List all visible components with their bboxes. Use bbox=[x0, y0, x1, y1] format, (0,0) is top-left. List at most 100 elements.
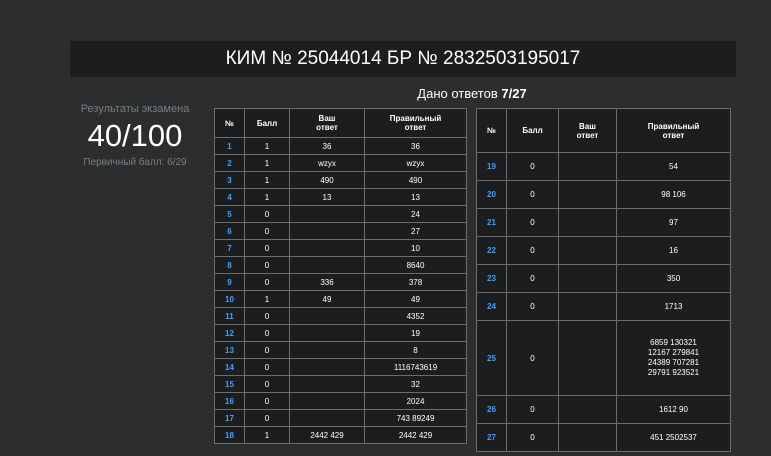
table-row: 20 0 98 106 bbox=[476, 180, 731, 209]
table-row: 10 1 49 49 bbox=[214, 290, 467, 308]
your-answer-cell bbox=[558, 264, 617, 293]
correct-answer-cell: 10 bbox=[364, 239, 467, 257]
task-number[interactable]: 9 bbox=[214, 273, 245, 291]
correct-answer-cell: 743 89249 bbox=[364, 409, 467, 427]
correct-answer-cell: 6859 130321 12167 279841 24389 707281 29791… bbox=[616, 320, 731, 396]
header-line: ответ bbox=[662, 130, 685, 140]
correct-answer-cell: 4352 bbox=[364, 307, 467, 325]
col-score-header: Балл bbox=[506, 108, 559, 153]
table-row: 27 0 451 2502537 bbox=[476, 423, 731, 452]
task-number[interactable]: 6 bbox=[214, 222, 245, 240]
score-cell: 0 bbox=[506, 395, 559, 424]
score-cell: 0 bbox=[244, 307, 290, 325]
exam-results-panel: Результаты экзамена 40/100 Первичный бал… bbox=[70, 103, 200, 168]
task-number[interactable]: 2 bbox=[214, 154, 245, 172]
score-cell: 1 bbox=[244, 290, 290, 308]
correct-answer-cell: 16 bbox=[616, 236, 731, 265]
correct-answer-cell: 49 bbox=[364, 290, 467, 308]
task-number[interactable]: 20 bbox=[476, 180, 507, 209]
correct-answer-cell: 54 bbox=[616, 152, 731, 181]
table-header-row: № Балл Ваш ответ Правильный ответ bbox=[476, 108, 731, 153]
score-cell: 1 bbox=[244, 171, 290, 189]
table-row: 16 0 2024 bbox=[214, 392, 467, 410]
correct-answer-cell: 8 bbox=[364, 341, 467, 359]
score-cell: 0 bbox=[506, 208, 559, 237]
your-answer-cell bbox=[558, 320, 617, 396]
score-cell: 0 bbox=[506, 264, 559, 293]
correct-answer-cell: 378 bbox=[364, 273, 467, 291]
correct-answer-cell: 350 bbox=[616, 264, 731, 293]
table-row: 13 0 8 bbox=[214, 341, 467, 359]
task-number[interactable]: 7 bbox=[214, 239, 245, 257]
results-table-left: № Балл Ваш ответ Правильный ответ 1 1 36 36 2 1… bbox=[214, 108, 467, 444]
task-number[interactable]: 25 bbox=[476, 320, 507, 396]
correct-answer-cell: 19 bbox=[364, 324, 467, 342]
header-line: ответ bbox=[316, 123, 338, 132]
col-correct-answer-header: Правильный ответ bbox=[616, 108, 731, 153]
correct-answer-line: 12167 279841 bbox=[647, 348, 700, 357]
task-number[interactable]: 22 bbox=[476, 236, 507, 265]
correct-answer-cell: 13 bbox=[364, 188, 467, 206]
task-number[interactable]: 10 bbox=[214, 290, 245, 308]
score-cell: 0 bbox=[506, 423, 559, 452]
correct-answer-cell: 2024 bbox=[364, 392, 467, 410]
task-number[interactable]: 15 bbox=[214, 375, 245, 393]
task-number[interactable]: 3 bbox=[214, 171, 245, 189]
correct-answer-cell: 98 106 bbox=[616, 180, 731, 209]
header-line: ответ bbox=[404, 123, 427, 132]
table-row: 12 0 19 bbox=[214, 324, 467, 342]
header-line: Ваш bbox=[318, 114, 336, 123]
col-num-header: № bbox=[476, 108, 507, 153]
score-cell: 0 bbox=[244, 205, 290, 223]
task-number[interactable]: 17 bbox=[214, 409, 245, 427]
correct-answer-cell: 451 2502537 bbox=[616, 423, 731, 452]
your-answer-cell bbox=[289, 239, 365, 257]
your-answer-cell bbox=[558, 236, 617, 265]
your-answer-cell bbox=[289, 222, 365, 240]
score-cell: 0 bbox=[244, 358, 290, 376]
table-row: 25 0 6859 130321 12167 279841 24389 707281 29… bbox=[476, 320, 731, 396]
table-row: 23 0 350 bbox=[476, 264, 731, 293]
score-cell: 0 bbox=[506, 320, 559, 396]
col-your-answer-header: Ваш ответ bbox=[558, 108, 617, 153]
task-number[interactable]: 23 bbox=[476, 264, 507, 293]
your-answer-cell: 2442 429 bbox=[289, 426, 365, 444]
col-score-header: Балл bbox=[244, 108, 290, 138]
task-number[interactable]: 13 bbox=[214, 341, 245, 359]
task-number[interactable]: 5 bbox=[214, 205, 245, 223]
task-number[interactable]: 24 bbox=[476, 292, 507, 321]
your-answer-cell bbox=[289, 324, 365, 342]
task-number[interactable]: 18 bbox=[214, 426, 245, 444]
your-answer-cell bbox=[558, 208, 617, 237]
task-number[interactable]: 8 bbox=[214, 256, 245, 274]
correct-answer-cell: 1713 bbox=[616, 292, 731, 321]
task-number[interactable]: 21 bbox=[476, 208, 507, 237]
results-caption: Результаты экзамена bbox=[80, 103, 190, 115]
task-number[interactable]: 11 bbox=[214, 307, 245, 325]
table-row: 2 1 wzyx wzyx bbox=[214, 154, 467, 172]
answers-given: Дано ответов 7/27 bbox=[214, 86, 730, 101]
score-cell: 0 bbox=[244, 375, 290, 393]
task-number[interactable]: 14 bbox=[214, 358, 245, 376]
correct-answer-cell: 1116743619 bbox=[364, 358, 467, 376]
header-line: Правильный bbox=[647, 121, 700, 131]
header-line: Ваш bbox=[579, 121, 596, 131]
correct-answer-line: 24389 707281 bbox=[647, 358, 700, 367]
table-header-row: № Балл Ваш ответ Правильный ответ bbox=[214, 108, 467, 138]
task-number[interactable]: 4 bbox=[214, 188, 245, 206]
task-number[interactable]: 12 bbox=[214, 324, 245, 342]
score-cell: 0 bbox=[506, 292, 559, 321]
table-row: 17 0 743 89249 bbox=[214, 409, 467, 427]
col-your-answer-header: Ваш ответ bbox=[289, 108, 365, 138]
your-answer-cell: 49 bbox=[289, 290, 365, 308]
task-number[interactable]: 27 bbox=[476, 423, 507, 452]
task-number[interactable]: 19 bbox=[476, 152, 507, 181]
score-cell: 1 bbox=[244, 426, 290, 444]
score-cell: 1 bbox=[244, 188, 290, 206]
task-number[interactable]: 16 bbox=[214, 392, 245, 410]
correct-answer-cell: 36 bbox=[364, 137, 467, 155]
task-number[interactable]: 1 bbox=[214, 137, 245, 155]
task-number[interactable]: 26 bbox=[476, 395, 507, 424]
your-answer-cell bbox=[289, 375, 365, 393]
your-answer-cell: 36 bbox=[289, 137, 365, 155]
